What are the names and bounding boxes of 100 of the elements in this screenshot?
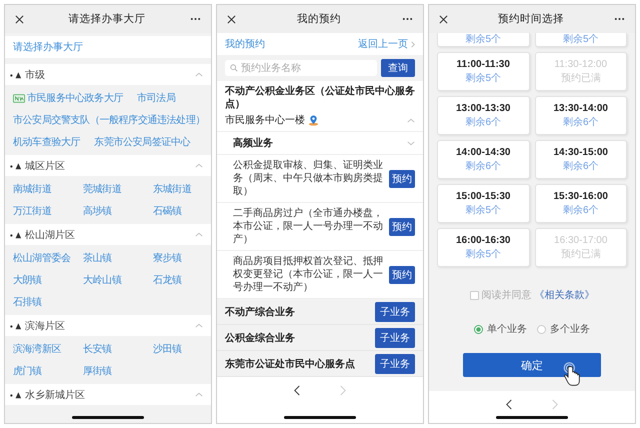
slot-status: 剩余5个 bbox=[465, 72, 502, 84]
more-icon[interactable] bbox=[402, 17, 413, 21]
group-title: 水乡新城片区 bbox=[25, 388, 86, 402]
radio-button[interactable] bbox=[474, 324, 483, 334]
chevron-up-icon[interactable] bbox=[195, 72, 203, 77]
hall-link[interactable]: 虎门镇 bbox=[13, 360, 83, 382]
service-name: 公积金提取审核、归集、证明类业务（周末、中午只做本市购房类提取） bbox=[233, 159, 384, 198]
terms-link[interactable]: 《相关条款》 bbox=[534, 288, 594, 302]
hall-link[interactable]: 市司法局 bbox=[137, 87, 176, 109]
chevron-up-icon[interactable] bbox=[195, 163, 203, 168]
hall-link[interactable]: 石龙镇 bbox=[153, 269, 203, 291]
location-pin-icon[interactable] bbox=[308, 114, 319, 126]
hall-link[interactable]: 南城街道 bbox=[13, 178, 83, 200]
group-title: 滨海片区 bbox=[25, 320, 66, 332]
radio-label: 多个业务 bbox=[550, 322, 590, 336]
chevron-right-icon bbox=[411, 40, 415, 48]
book-button[interactable]: 预约 bbox=[389, 218, 415, 236]
hall-link[interactable]: 大朗镇 bbox=[13, 269, 83, 291]
time-slot-card[interactable]: 15:00-15:30 剩余5个 bbox=[437, 184, 530, 223]
category-name: 公积金综合业务 bbox=[225, 332, 295, 344]
close-icon[interactable] bbox=[439, 14, 448, 24]
slot-time: 13:30-14:00 bbox=[554, 102, 608, 114]
back-link[interactable]: 返回上一页 bbox=[358, 37, 415, 51]
hall-link[interactable]: 莞城街道 bbox=[83, 178, 153, 200]
hall-link[interactable]: 东莞市公安局签证中心 bbox=[94, 131, 190, 153]
time-slot-card[interactable]: 13:00-13:30 剩余6个 bbox=[437, 96, 530, 135]
hall-link[interactable]: 高埗镇 bbox=[83, 200, 153, 222]
time-slot-card[interactable]: 剩余5个 bbox=[437, 33, 530, 47]
bullet-triangle-icon bbox=[10, 230, 23, 238]
time-slot-card[interactable]: 15:30-16:00 剩余6个 bbox=[534, 184, 627, 223]
slot-status: 剩余6个 bbox=[562, 116, 599, 128]
slot-status: 剩余6个 bbox=[562, 204, 599, 216]
chevron-up-icon[interactable] bbox=[195, 323, 203, 328]
hall-link[interactable]: 滨海湾新区 bbox=[13, 338, 83, 360]
group-header[interactable]: 滨海片区 bbox=[5, 315, 211, 336]
time-slot-card[interactable]: 剩余5个 bbox=[534, 33, 627, 47]
hall-link[interactable]: 石碣镇 bbox=[153, 200, 203, 222]
breadcrumb-link[interactable]: 我的预约 bbox=[225, 37, 265, 51]
slot-time: 16:00-16:30 bbox=[456, 234, 510, 246]
back-chevron-icon[interactable] bbox=[506, 398, 512, 410]
radio-button[interactable] bbox=[537, 324, 546, 334]
slot-status: 剩余5个 bbox=[465, 204, 502, 216]
hall-link[interactable]: 松山湖管委会 bbox=[13, 247, 83, 269]
back-chevron-icon[interactable] bbox=[294, 384, 300, 396]
home-indicator bbox=[72, 416, 144, 419]
confirm-button[interactable]: 确定 bbox=[463, 353, 601, 377]
window-title: 请选择办事大厅 bbox=[68, 12, 146, 26]
chevron-up-icon[interactable] bbox=[407, 118, 415, 122]
agreement-checkbox[interactable] bbox=[470, 290, 478, 300]
service-name: 商品房项目抵押权首次登记、抵押权变更登记（本市公证，限一人一号办理一不动产） bbox=[233, 255, 384, 294]
hall-link[interactable]: 东城街道 bbox=[153, 178, 203, 200]
hall-link[interactable]: 大岭山镇 bbox=[83, 269, 153, 291]
time-slot-card[interactable]: 11:00-11:30 剩余5个 bbox=[437, 52, 530, 91]
group-header[interactable]: 城区片区 bbox=[5, 155, 211, 176]
window-title: 我的预约 bbox=[296, 12, 342, 26]
close-icon[interactable] bbox=[227, 14, 236, 24]
sub-service-button[interactable]: 子业务 bbox=[375, 328, 415, 348]
book-button[interactable]: 预约 bbox=[389, 170, 415, 188]
hall-link[interactable]: 万江街道 bbox=[13, 200, 83, 222]
time-slot-card[interactable]: 14:30-15:00 剩余6个 bbox=[534, 140, 627, 179]
search-field[interactable]: 预约业务名称 bbox=[225, 60, 377, 76]
book-button[interactable]: 预约 bbox=[389, 266, 415, 284]
hand-pointer-icon bbox=[561, 362, 581, 387]
time-slot-card[interactable]: 13:30-14:00 剩余6个 bbox=[534, 96, 627, 135]
more-icon[interactable] bbox=[190, 17, 201, 21]
hall-link[interactable]: 茶山镇 bbox=[83, 247, 153, 269]
hall-link[interactable]: 寮步镇 bbox=[153, 247, 203, 269]
sub-service-button[interactable]: 子业务 bbox=[375, 354, 415, 374]
chevron-up-icon[interactable] bbox=[195, 232, 203, 237]
chevron-down-icon[interactable] bbox=[407, 140, 415, 146]
area-title: 不动产公积金业务区（公证处市民中心服务点） bbox=[225, 85, 415, 111]
bullet-triangle-icon bbox=[10, 322, 23, 330]
bullet-triangle-icon bbox=[10, 162, 23, 170]
category-title: 高频业务 bbox=[233, 136, 273, 150]
chevron-up-icon[interactable] bbox=[195, 392, 203, 397]
hall-link[interactable]: 机动车查验大厅 bbox=[13, 131, 80, 153]
group-header[interactable]: 松山湖片区 bbox=[5, 224, 211, 245]
more-icon[interactable] bbox=[614, 17, 625, 21]
slot-time: 11:00-11:30 bbox=[456, 58, 510, 70]
service-name: 二手商品房过户（全市通办楼盘，本市公证，限一人一号办理一不动产） bbox=[233, 207, 384, 246]
home-indicator bbox=[284, 416, 356, 419]
search-button[interactable]: 查询 bbox=[381, 59, 415, 77]
slot-time: 13:00-13:30 bbox=[456, 102, 510, 114]
hall-link[interactable]: 长安镇 bbox=[83, 338, 153, 360]
hall-link[interactable]: 沙田镇 bbox=[153, 338, 203, 360]
time-slot-card[interactable]: 16:00-16:30 剩余5个 bbox=[437, 228, 530, 267]
hall-link[interactable]: 厚街镇 bbox=[83, 360, 153, 382]
close-icon[interactable] bbox=[15, 14, 24, 24]
hall-link[interactable]: 石排镇 bbox=[13, 291, 83, 313]
time-slot-card[interactable]: 14:00-14:30 剩余6个 bbox=[437, 140, 530, 179]
bullet-triangle-icon bbox=[10, 390, 23, 398]
category-name: 不动产综合业务 bbox=[225, 306, 295, 318]
location-text: 市民服务中心一楼 bbox=[225, 114, 305, 127]
group-header[interactable]: 市级 bbox=[5, 64, 211, 85]
slot-time: 15:00-15:30 bbox=[456, 190, 510, 202]
badge-icon bbox=[13, 94, 25, 102]
group-header[interactable]: 水乡新城片区 bbox=[5, 384, 211, 405]
hall-link[interactable]: 市民服务中心政务大厅 bbox=[13, 87, 124, 109]
hall-link[interactable]: 市公安局交警支队（一般程序交通违法处理） bbox=[13, 109, 206, 131]
sub-service-button[interactable]: 子业务 bbox=[375, 302, 415, 322]
